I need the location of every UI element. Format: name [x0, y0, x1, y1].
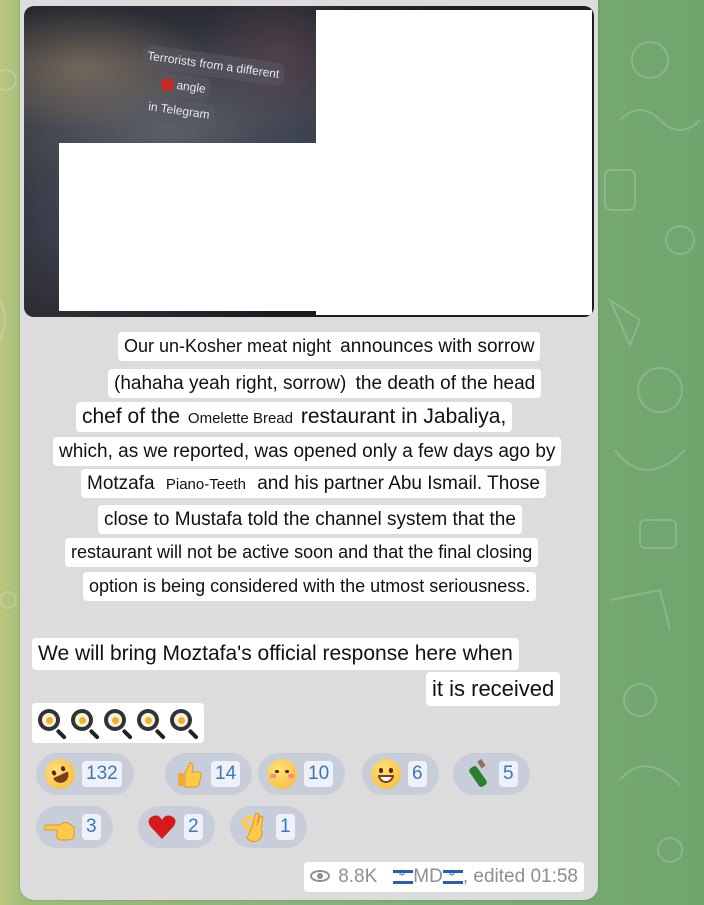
line6-part1: close to Mustafa told the channel system…	[104, 509, 516, 530]
rofl-face-icon	[40, 754, 80, 794]
emoji-line	[32, 703, 204, 743]
message-line-1: Our un-Kosher meat night announces with …	[118, 332, 541, 361]
views-count: 8.8K	[338, 866, 378, 887]
message-line-4: which, as we reported, was opened only a…	[53, 437, 562, 466]
author-signature: MD , edited 01:58	[393, 866, 578, 888]
message-meta: 8.8K MD , edited 01:58	[304, 862, 584, 892]
message-bubble: Terrorists from a different angle in Tel…	[20, 0, 598, 900]
reaction-rofl[interactable]: 132	[36, 753, 134, 795]
message-line-5: Motzafa Piano-Teeth and his partner Abu …	[81, 469, 546, 498]
message-line-8: option is being considered with the utmo…	[83, 572, 537, 601]
reaction-thumbs-up[interactable]: 14	[165, 753, 253, 795]
line1-part1: Our un-Kosher meat night	[124, 336, 332, 356]
line3-part3: restaurant in Jabaliya,	[300, 405, 507, 428]
line9-part1: We will bring Moztafa's official respons…	[38, 642, 513, 665]
line3-part1: chef of the	[82, 405, 181, 428]
message-line-10: it is received	[426, 672, 561, 706]
line5-part2: Piano-Teeth	[165, 476, 246, 493]
grinning-face-icon	[370, 758, 402, 790]
red-heart-icon	[146, 811, 178, 843]
line2-part1: (hahaha yeah right, sorrow)	[114, 373, 347, 394]
message-line-2: (hahaha yeah right, sorrow) the death of…	[108, 369, 542, 398]
frying-pan-egg-icon	[69, 707, 101, 740]
line2-part2: the death of the head	[355, 373, 536, 394]
reaction-champagne[interactable]: 5	[453, 753, 530, 795]
frying-pan-egg-icon	[36, 707, 68, 740]
reaction-count: 14	[211, 761, 241, 787]
line1-part2: announces with sorrow	[340, 336, 535, 357]
message-line-6: close to Mustafa told the channel system…	[98, 505, 522, 534]
smiling-face-hearts-icon	[266, 758, 298, 790]
reaction-heart[interactable]: 2	[138, 806, 215, 848]
reaction-count: 6	[408, 761, 427, 787]
author-name: MD	[413, 866, 443, 887]
reaction-count: 2	[184, 814, 203, 840]
line5-part3: and his partner Abu Ismail. Those	[257, 473, 540, 494]
reaction-grin[interactable]: 6	[362, 753, 439, 795]
pointing-hand-icon	[44, 811, 76, 843]
israel-flag-icon	[442, 869, 463, 884]
champagne-bottle-icon	[461, 758, 493, 790]
israel-flag-icon	[393, 869, 414, 884]
frying-pan-egg-icon	[135, 707, 167, 740]
reaction-count: 5	[499, 761, 518, 787]
reaction-ok-hand[interactable]: 1	[230, 806, 307, 848]
video-preview[interactable]: Terrorists from a different angle in Tel…	[24, 6, 594, 317]
frying-pan-egg-icon	[168, 707, 200, 740]
reaction-count: 3	[82, 814, 101, 840]
thumbs-up-icon	[173, 758, 205, 790]
edited-time: , edited 01:58	[462, 866, 578, 887]
frying-pan-egg-icon	[102, 707, 134, 740]
line10-part1: it is received	[432, 676, 555, 701]
reaction-smiling-hearts[interactable]: 10	[258, 753, 346, 795]
line3-part2: Omelette Bread	[187, 410, 293, 427]
redaction-block-right	[316, 10, 592, 315]
reaction-count: 10	[304, 761, 334, 787]
reaction-count: 1	[276, 814, 295, 840]
redaction-block-left	[59, 143, 319, 311]
message-line-3: chef of the Omelette Bread restaurant in…	[76, 402, 513, 432]
ok-hand-icon	[238, 811, 270, 843]
heart-sticker-icon	[160, 77, 175, 92]
views-eye-icon	[310, 870, 332, 884]
line5-part1: Motzafa	[87, 473, 155, 494]
reaction-pointing-hand[interactable]: 3	[36, 806, 113, 848]
message-line-9: We will bring Moztafa's official respons…	[32, 638, 519, 670]
message-line-7: restaurant will not be active soon and t…	[65, 538, 539, 567]
reaction-count: 132	[82, 761, 122, 787]
overlay-line-2-text: angle	[175, 78, 207, 96]
line4-part1: which, as we reported, was opened only a…	[59, 441, 556, 462]
line8-part1: option is being considered with the utmo…	[89, 576, 531, 596]
line7-part1: restaurant will not be active soon and t…	[71, 542, 533, 562]
